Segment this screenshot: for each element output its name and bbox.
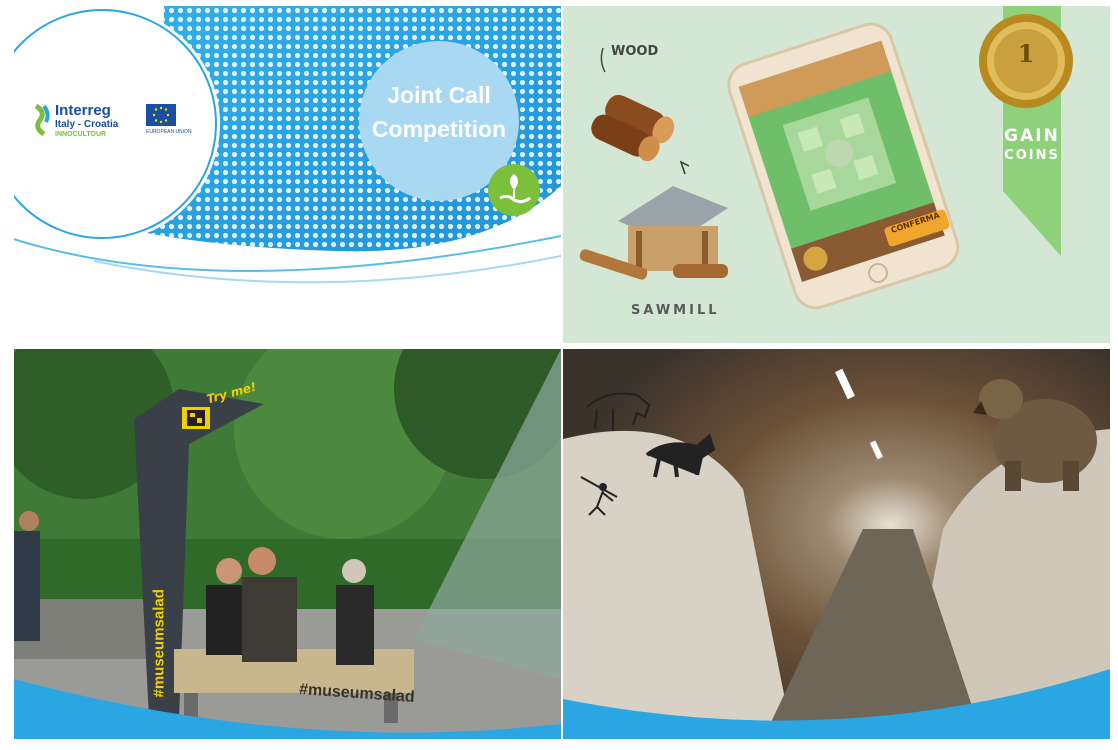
cave-photo-panel: [563, 349, 1110, 739]
interreg-logo-icon: [34, 104, 52, 136]
eu-label: EUROPEAN UNION: [146, 129, 192, 135]
gain-line2: COINS: [1004, 148, 1060, 163]
park-scene: [14, 349, 561, 739]
wood-label: WOOD: [611, 44, 659, 59]
interreg-background: [14, 6, 561, 284]
call-title-line1: Joint Call: [387, 82, 491, 108]
qr-code-icon[interactable]: [182, 407, 210, 429]
bear-icon: [973, 361, 1103, 496]
eu-flag-icon: [146, 104, 176, 126]
park-photo-panel: Try me! #museumsalad #museumsalad: [14, 349, 561, 739]
interreg-project: INNOCULTOUR: [55, 131, 107, 138]
coin-value: 1: [1017, 39, 1035, 68]
sawmill-label: SAWMILL: [631, 303, 720, 318]
interreg-brand: Interreg: [55, 102, 111, 119]
game-panel: WOOD SAWMILL 1 GAIN COINS CONFERMA: [563, 6, 1110, 343]
interreg-panel: Interreg Italy - Croatia INNOCULTOUR EUR…: [14, 6, 561, 343]
interreg-program: Italy - Croatia: [55, 119, 119, 130]
post-hashtag: #museumsalad: [150, 589, 168, 698]
call-title-line2: Competition: [371, 116, 507, 142]
gain-line1: GAIN: [1004, 126, 1060, 146]
plant-hand-icon: [488, 164, 540, 216]
cave-painting-icon: [577, 377, 727, 517]
